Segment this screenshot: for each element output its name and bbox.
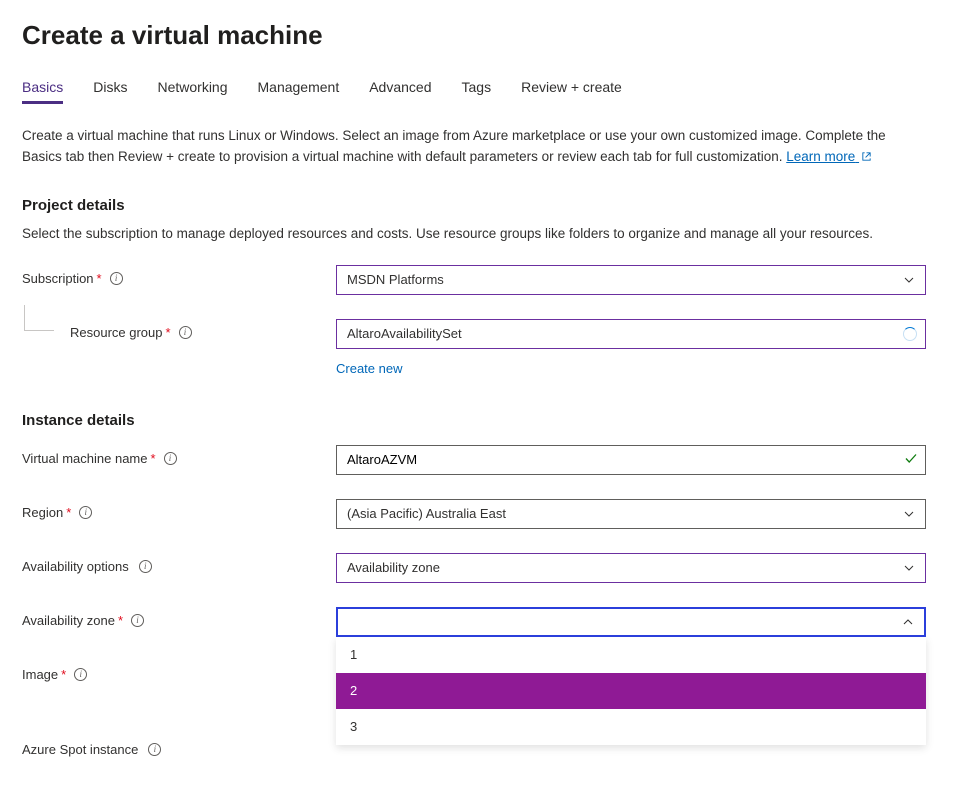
region-label: Region * i (22, 499, 336, 520)
chevron-down-icon (903, 562, 915, 574)
info-icon[interactable]: i (79, 506, 92, 519)
availability-options-label-text: Availability options (22, 559, 129, 574)
info-icon[interactable]: i (110, 272, 123, 285)
image-label-text: Image (22, 667, 58, 682)
chevron-up-icon (902, 616, 914, 628)
vm-name-label-text: Virtual machine name (22, 451, 148, 466)
create-new-link[interactable]: Create new (336, 361, 402, 376)
subscription-value: MSDN Platforms (347, 272, 444, 287)
availability-zone-select[interactable] (336, 607, 926, 637)
intro-text: Create a virtual machine that runs Linux… (22, 126, 922, 169)
availability-options-label: Availability options i (22, 553, 336, 574)
tab-networking[interactable]: Networking (157, 79, 227, 104)
required-asterisk: * (66, 505, 71, 520)
chevron-down-icon (903, 274, 915, 286)
info-icon[interactable]: i (148, 743, 161, 756)
external-link-icon (861, 148, 872, 169)
project-details-desc: Select the subscription to manage deploy… (22, 224, 934, 245)
image-label: Image * i (22, 661, 336, 682)
azure-spot-label-text: Azure Spot instance (22, 742, 138, 757)
required-asterisk: * (61, 667, 66, 682)
region-value: (Asia Pacific) Australia East (347, 506, 506, 521)
vm-name-label: Virtual machine name * i (22, 445, 336, 466)
availability-zone-option-3[interactable]: 3 (336, 709, 926, 745)
required-asterisk: * (118, 613, 123, 628)
instance-details-heading: Instance details (22, 412, 934, 429)
checkmark-icon (904, 451, 918, 468)
resource-group-label: Resource group * i (22, 319, 336, 340)
subscription-select[interactable]: MSDN Platforms (336, 265, 926, 295)
loading-spinner-icon (903, 327, 917, 341)
availability-zone-option-2[interactable]: 2 (336, 673, 926, 709)
intro-body: Create a virtual machine that runs Linux… (22, 128, 886, 164)
required-asterisk: * (151, 451, 156, 466)
vm-name-input[interactable] (336, 445, 926, 475)
learn-more-text: Learn more (786, 149, 855, 164)
project-details-heading: Project details (22, 197, 934, 214)
subscription-label: Subscription * i (22, 265, 336, 286)
resource-group-select[interactable]: AltaroAvailabilitySet (336, 319, 926, 349)
region-label-text: Region (22, 505, 63, 520)
tab-disks[interactable]: Disks (93, 79, 127, 104)
info-icon[interactable]: i (139, 560, 152, 573)
azure-spot-label: Azure Spot instance i (22, 736, 336, 757)
region-select[interactable]: (Asia Pacific) Australia East (336, 499, 926, 529)
subscription-label-text: Subscription (22, 271, 94, 286)
info-icon[interactable]: i (179, 326, 192, 339)
tree-elbow-icon (24, 305, 54, 331)
info-icon[interactable]: i (74, 668, 87, 681)
learn-more-link[interactable]: Learn more (786, 149, 872, 164)
availability-zone-label-text: Availability zone (22, 613, 115, 628)
page-title: Create a virtual machine (22, 20, 934, 51)
required-asterisk: * (166, 325, 171, 340)
tab-advanced[interactable]: Advanced (369, 79, 431, 104)
tab-management[interactable]: Management (258, 79, 340, 104)
required-asterisk: * (97, 271, 102, 286)
availability-options-value: Availability zone (347, 560, 440, 575)
tab-bar: Basics Disks Networking Management Advan… (22, 79, 934, 104)
availability-options-select[interactable]: Availability zone (336, 553, 926, 583)
tab-review[interactable]: Review + create (521, 79, 622, 104)
tab-tags[interactable]: Tags (462, 79, 492, 104)
availability-zone-dropdown: 1 2 3 (336, 637, 926, 745)
info-icon[interactable]: i (131, 614, 144, 627)
availability-zone-label: Availability zone * i (22, 607, 336, 628)
availability-zone-option-1[interactable]: 1 (336, 637, 926, 673)
tab-basics[interactable]: Basics (22, 79, 63, 104)
resource-group-value: AltaroAvailabilitySet (347, 326, 462, 341)
info-icon[interactable]: i (164, 452, 177, 465)
chevron-down-icon (903, 508, 915, 520)
resource-group-label-text: Resource group (70, 325, 163, 340)
